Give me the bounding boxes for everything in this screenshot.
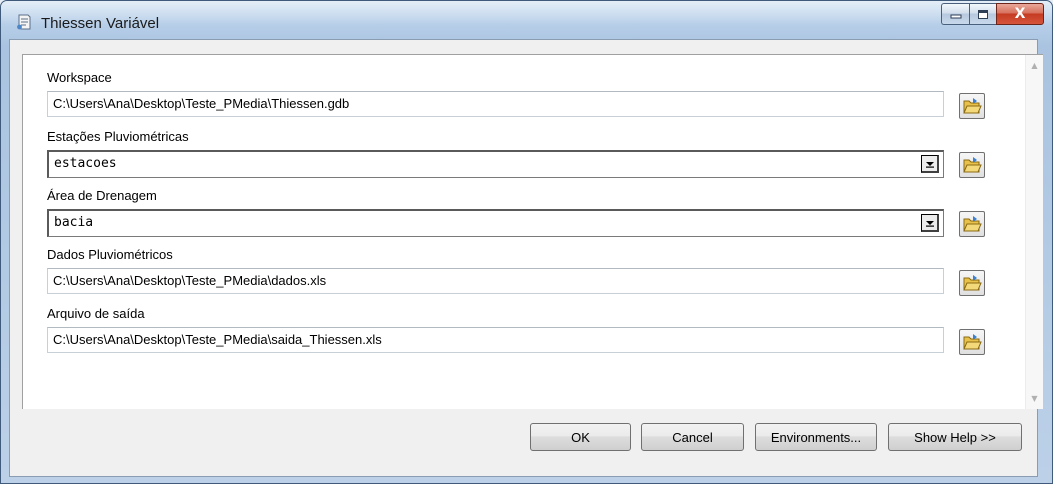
folder-open-icon bbox=[963, 275, 982, 291]
vertical-scrollbar[interactable]: ▲ ▼ bbox=[1025, 55, 1043, 409]
maximize-button[interactable] bbox=[969, 3, 996, 25]
scroll-up-icon[interactable]: ▲ bbox=[1026, 57, 1043, 74]
minimize-icon bbox=[950, 14, 961, 19]
cancel-button[interactable]: Cancel bbox=[641, 423, 744, 451]
parameters-panel: Workspace C:\Users\Ana\Desktop\Teste_PMe… bbox=[22, 54, 1043, 409]
chevron-down-icon bbox=[925, 161, 934, 168]
stations-dropdown-button[interactable] bbox=[921, 155, 939, 173]
stations-label: Estações Pluviométricas bbox=[47, 129, 189, 144]
show-help-button[interactable]: Show Help >> bbox=[888, 423, 1022, 451]
output-file-label: Arquivo de saída bbox=[47, 306, 145, 321]
stations-selected-value: estacoes bbox=[54, 156, 117, 171]
drainage-select[interactable]: bacia bbox=[47, 209, 944, 237]
caption-buttons: X bbox=[941, 3, 1044, 25]
workspace-input[interactable]: C:\Users\Ana\Desktop\Teste_PMedia\Thiess… bbox=[47, 91, 944, 117]
drainage-label: Área de Drenagem bbox=[47, 188, 157, 203]
folder-open-icon bbox=[963, 98, 982, 114]
rain-data-input[interactable]: C:\Users\Ana\Desktop\Teste_PMedia\dados.… bbox=[47, 268, 944, 294]
rain-data-label: Dados Pluviométricos bbox=[47, 247, 173, 262]
close-icon: X bbox=[1014, 6, 1026, 22]
folder-open-icon bbox=[963, 334, 982, 350]
output-file-input[interactable]: C:\Users\Ana\Desktop\Teste_PMedia\saida_… bbox=[47, 327, 944, 353]
folder-open-icon bbox=[963, 157, 982, 173]
chevron-down-icon bbox=[925, 220, 934, 227]
drainage-selected-value: bacia bbox=[54, 215, 94, 230]
rain-data-browse-button[interactable] bbox=[959, 270, 985, 296]
stations-browse-button[interactable] bbox=[959, 152, 985, 178]
environments-button[interactable]: Environments... bbox=[755, 423, 877, 451]
output-file-browse-button[interactable] bbox=[959, 329, 985, 355]
drainage-dropdown-button[interactable] bbox=[921, 214, 939, 232]
drainage-browse-button[interactable] bbox=[959, 211, 985, 237]
ok-button[interactable]: OK bbox=[530, 423, 631, 451]
tool-script-icon bbox=[17, 14, 31, 30]
workspace-browse-button[interactable] bbox=[959, 93, 985, 119]
window-title: Thiessen Variável bbox=[41, 15, 160, 32]
scroll-down-icon[interactable]: ▼ bbox=[1026, 390, 1043, 407]
workspace-label: Workspace bbox=[47, 70, 112, 85]
minimize-button[interactable] bbox=[941, 3, 969, 25]
close-button[interactable]: X bbox=[996, 3, 1044, 25]
stations-select[interactable]: estacoes bbox=[47, 150, 944, 178]
folder-open-icon bbox=[963, 216, 982, 232]
dialog-client-area: Workspace C:\Users\Ana\Desktop\Teste_PMe… bbox=[9, 39, 1043, 477]
dialog-window: Thiessen Variável X Workspace C:\Users\A… bbox=[0, 0, 1053, 484]
maximize-icon bbox=[978, 9, 988, 19]
